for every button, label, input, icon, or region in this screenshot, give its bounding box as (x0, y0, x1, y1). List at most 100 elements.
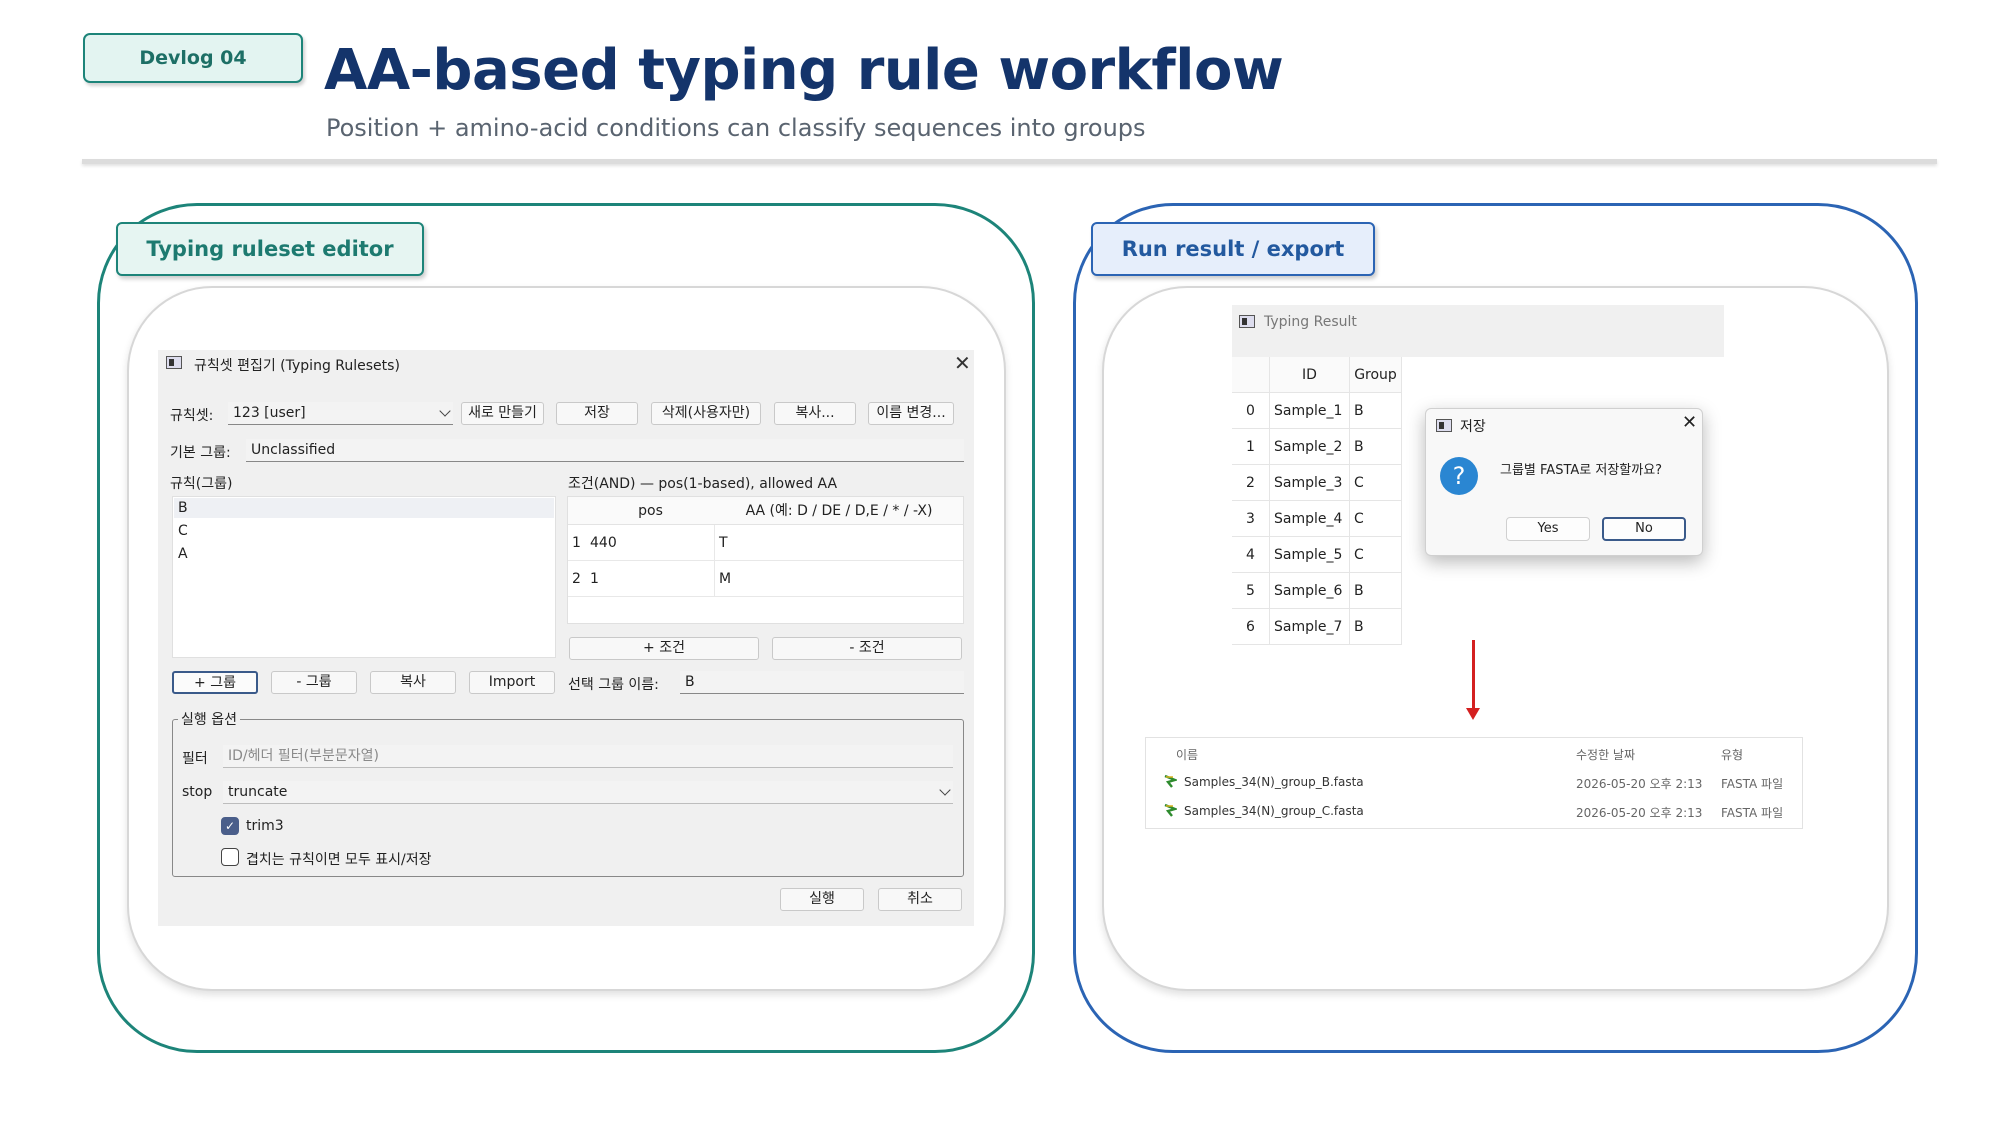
group-list[interactable]: B C A (172, 496, 556, 658)
condition-aa-cell[interactable]: T (715, 525, 963, 561)
row-header-corner (568, 497, 586, 525)
group-list-item[interactable]: A (178, 546, 188, 562)
window-app-icon (1436, 419, 1452, 432)
row-index: 3 (1232, 501, 1270, 537)
header-divider (82, 159, 1937, 164)
row-header-corner (1232, 357, 1270, 393)
yes-button[interactable]: Yes (1506, 517, 1590, 541)
file-type: FASTA 파일 (1721, 777, 1784, 791)
filter-placeholder: ID/헤더 필터(부분문자열) (228, 748, 379, 764)
column-header-group: Group (1350, 357, 1402, 393)
condition-pos-cell[interactable]: 1 (586, 561, 715, 597)
result-group-cell[interactable]: C (1350, 537, 1402, 573)
row-index: 6 (1232, 609, 1270, 645)
copy-group-button[interactable]: 복사 (370, 671, 456, 694)
file-name[interactable]: Samples_34(N)_group_C.fasta (1184, 804, 1364, 818)
fasta-file-icon (1164, 774, 1177, 788)
result-id-cell[interactable]: Sample_2 (1270, 429, 1350, 465)
close-icon[interactable]: ✕ (954, 351, 971, 375)
chevron-down-icon (439, 405, 451, 417)
page-subtitle: Position + amino-acid conditions can cla… (326, 114, 1146, 142)
no-button[interactable]: No (1602, 517, 1686, 541)
result-group-cell[interactable]: B (1350, 573, 1402, 609)
file-explorer-list: 이름 수정한 날짜 유형 Samples_34(N)_group_B.fasta… (1145, 737, 1803, 829)
result-group-cell[interactable]: C (1350, 465, 1402, 501)
fasta-file-icon (1164, 803, 1177, 817)
stop-select[interactable]: truncate (223, 781, 953, 804)
selected-group-label: 선택 그룹 이름: (568, 677, 659, 693)
default-group-value: Unclassified (251, 442, 336, 458)
question-icon: ? (1440, 457, 1478, 495)
remove-group-button[interactable]: - 그룹 (271, 671, 357, 694)
save-dialog: 저장 ✕ ? 그룹별 FASTA로 저장할까요? Yes No (1425, 408, 1703, 556)
stop-label: stop (182, 784, 213, 800)
file-name[interactable]: Samples_34(N)_group_B.fasta (1184, 775, 1364, 789)
column-header-type[interactable]: 유형 (1721, 746, 1743, 763)
default-group-input[interactable]: Unclassified (246, 439, 964, 462)
group-list-item[interactable]: C (178, 523, 188, 539)
group-list-item[interactable]: B (178, 500, 188, 516)
trim3-label: trim3 (246, 818, 284, 834)
close-icon[interactable]: ✕ (1682, 412, 1697, 433)
rename-ruleset-button[interactable]: 이름 변경... (868, 402, 954, 425)
row-index: 0 (1232, 393, 1270, 429)
ruleset-editor-window: 규칙셋 편집기 (Typing Rulesets) ✕ 규칙셋: 123 [us… (158, 350, 974, 926)
group-list-selection (174, 498, 554, 518)
result-id-cell[interactable]: Sample_3 (1270, 465, 1350, 501)
file-type: FASTA 파일 (1721, 806, 1784, 820)
trim3-checkbox[interactable]: ✓ (221, 817, 239, 835)
ruleset-select-value: 123 [user] (233, 405, 306, 421)
copy-ruleset-button[interactable]: 복사... (774, 402, 856, 425)
page-title: AA-based typing rule workflow (324, 38, 1284, 103)
result-group-cell[interactable]: B (1350, 609, 1402, 645)
result-group-cell[interactable]: C (1350, 501, 1402, 537)
import-button[interactable]: Import (469, 671, 555, 694)
result-group-cell[interactable]: B (1350, 393, 1402, 429)
result-id-cell[interactable]: Sample_4 (1270, 501, 1350, 537)
row-index: 4 (1232, 537, 1270, 573)
row-number: 2 (568, 561, 586, 597)
conditions-table[interactable]: pos AA (예: D / DE / D,E / * / -X) 1 440 … (567, 496, 964, 624)
add-group-button[interactable]: + 그룹 (172, 671, 258, 694)
add-condition-button[interactable]: + 조건 (569, 637, 759, 660)
column-header-name[interactable]: 이름 (1176, 746, 1198, 763)
row-index: 5 (1232, 573, 1270, 609)
column-header-date[interactable]: 수정한 날짜 (1576, 746, 1635, 763)
ruleset-label: 규칙셋: (170, 408, 214, 424)
result-id-cell[interactable]: Sample_5 (1270, 537, 1350, 573)
save-ruleset-button[interactable]: 저장 (556, 402, 638, 425)
flow-arrow (1472, 640, 1475, 710)
run-button[interactable]: 실행 (780, 888, 864, 911)
result-id-cell[interactable]: Sample_7 (1270, 609, 1350, 645)
selected-group-input[interactable]: B (680, 671, 964, 694)
overlap-checkbox[interactable] (221, 848, 239, 866)
delete-ruleset-button[interactable]: 삭제(사용자만) (651, 402, 761, 425)
result-group-cell[interactable]: B (1350, 429, 1402, 465)
default-group-label: 기본 그룹: (170, 445, 231, 461)
condition-pos-cell[interactable]: 440 (586, 525, 715, 561)
window-app-icon (166, 356, 182, 369)
row-index: 1 (1232, 429, 1270, 465)
conditions-label: 조건(AND) — pos(1-based), allowed AA (568, 476, 838, 492)
column-header-aa: AA (예: D / DE / D,E / * / -X) (715, 497, 963, 525)
window-title: 규칙셋 편집기 (Typing Rulesets) (194, 358, 400, 374)
result-id-cell[interactable]: Sample_1 (1270, 393, 1350, 429)
run-options-label: 실행 옵션 (178, 709, 240, 729)
ruleset-select[interactable]: 123 [user] (228, 402, 453, 425)
file-date: 2026-05-20 오후 2:13 (1576, 806, 1703, 820)
column-header-id: ID (1270, 357, 1350, 393)
filter-input[interactable]: ID/헤더 필터(부분문자열) (223, 745, 953, 768)
condition-aa-cell[interactable]: M (715, 561, 963, 597)
result-panel-tag: Run result / export (1091, 222, 1375, 276)
overlap-label: 겹치는 규칙이면 모두 표시/저장 (246, 852, 432, 868)
dialog-message: 그룹별 FASTA로 저장할까요? (1500, 463, 1663, 478)
remove-condition-button[interactable]: - 조건 (772, 637, 962, 660)
filter-label: 필터 (182, 751, 208, 767)
cancel-button[interactable]: 취소 (878, 888, 962, 911)
rules-label: 규칙(그룹) (170, 476, 233, 492)
new-ruleset-button[interactable]: 새로 만들기 (461, 402, 544, 425)
result-titlebar (1232, 305, 1724, 357)
column-header-pos: pos (586, 497, 715, 525)
dialog-title: 저장 (1460, 419, 1486, 435)
result-id-cell[interactable]: Sample_6 (1270, 573, 1350, 609)
